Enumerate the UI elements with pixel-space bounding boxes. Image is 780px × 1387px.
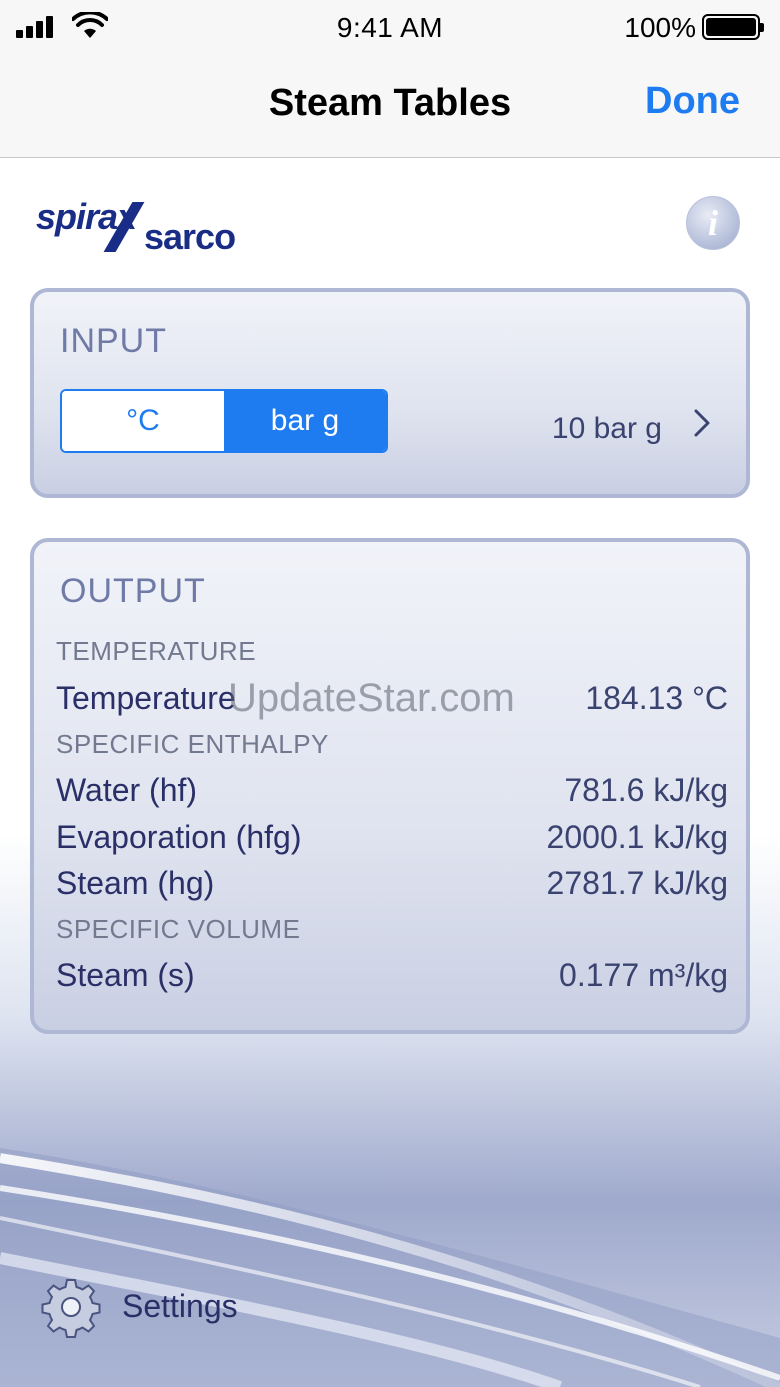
settings-button[interactable]: Settings xyxy=(40,1274,300,1338)
battery-percent: 100% xyxy=(624,12,696,43)
row-label: Steam (hg) xyxy=(56,865,215,901)
row-label: Evaporation (hfg) xyxy=(56,819,302,855)
spirax-sarco-logo: spirax sarco xyxy=(36,196,276,257)
table-row: Evaporation (hfg) 2000.1 kJ/kg xyxy=(56,819,728,859)
done-button[interactable]: Done xyxy=(645,80,740,123)
row-label: Temperature xyxy=(56,680,236,716)
row-value: 0.177 m³/kg xyxy=(559,957,728,993)
settings-label: Settings xyxy=(122,1288,238,1324)
navigation-bar: Steam Tables Done xyxy=(0,54,780,158)
row-value: 781.6 kJ/kg xyxy=(564,772,728,808)
info-icon[interactable]: i xyxy=(686,196,740,250)
section-temperature: TEMPERATURE xyxy=(56,636,257,666)
segment-celsius[interactable]: °C xyxy=(62,391,224,451)
chevron-right-icon[interactable] xyxy=(692,408,712,438)
section-specific-volume: SPECIFIC VOLUME xyxy=(56,914,301,944)
logo-word-sarco: sarco xyxy=(144,216,236,257)
status-bar: 9:41 AM 100% xyxy=(0,0,780,54)
segment-bar-g[interactable]: bar g xyxy=(224,391,386,451)
output-panel: OUTPUT TEMPERATURE Temperature 184.13 °C… xyxy=(30,538,750,1034)
row-value: 184.13 °C xyxy=(585,680,728,716)
row-label: Water (hf) xyxy=(56,772,198,808)
input-value[interactable]: 10 bar g xyxy=(552,412,662,446)
table-row: Water (hf) 781.6 kJ/kg xyxy=(56,772,728,812)
table-row: Temperature 184.13 °C xyxy=(56,680,728,720)
input-title: INPUT xyxy=(60,322,167,360)
output-title: OUTPUT xyxy=(60,572,206,610)
gear-icon xyxy=(41,1279,101,1338)
table-row: Steam (s) 0.177 m³/kg xyxy=(56,957,728,997)
section-specific-enthalpy: SPECIFIC ENTHALPY xyxy=(56,729,329,759)
row-value: 2000.1 kJ/kg xyxy=(546,819,728,855)
unit-segmented-control: °C bar g xyxy=(60,389,388,453)
battery-icon xyxy=(702,14,764,40)
input-panel: INPUT °C bar g 10 bar g xyxy=(30,288,750,498)
row-value: 2781.7 kJ/kg xyxy=(546,865,728,901)
table-row: Steam (hg) 2781.7 kJ/kg xyxy=(56,865,728,905)
row-label: Steam (s) xyxy=(56,957,195,993)
